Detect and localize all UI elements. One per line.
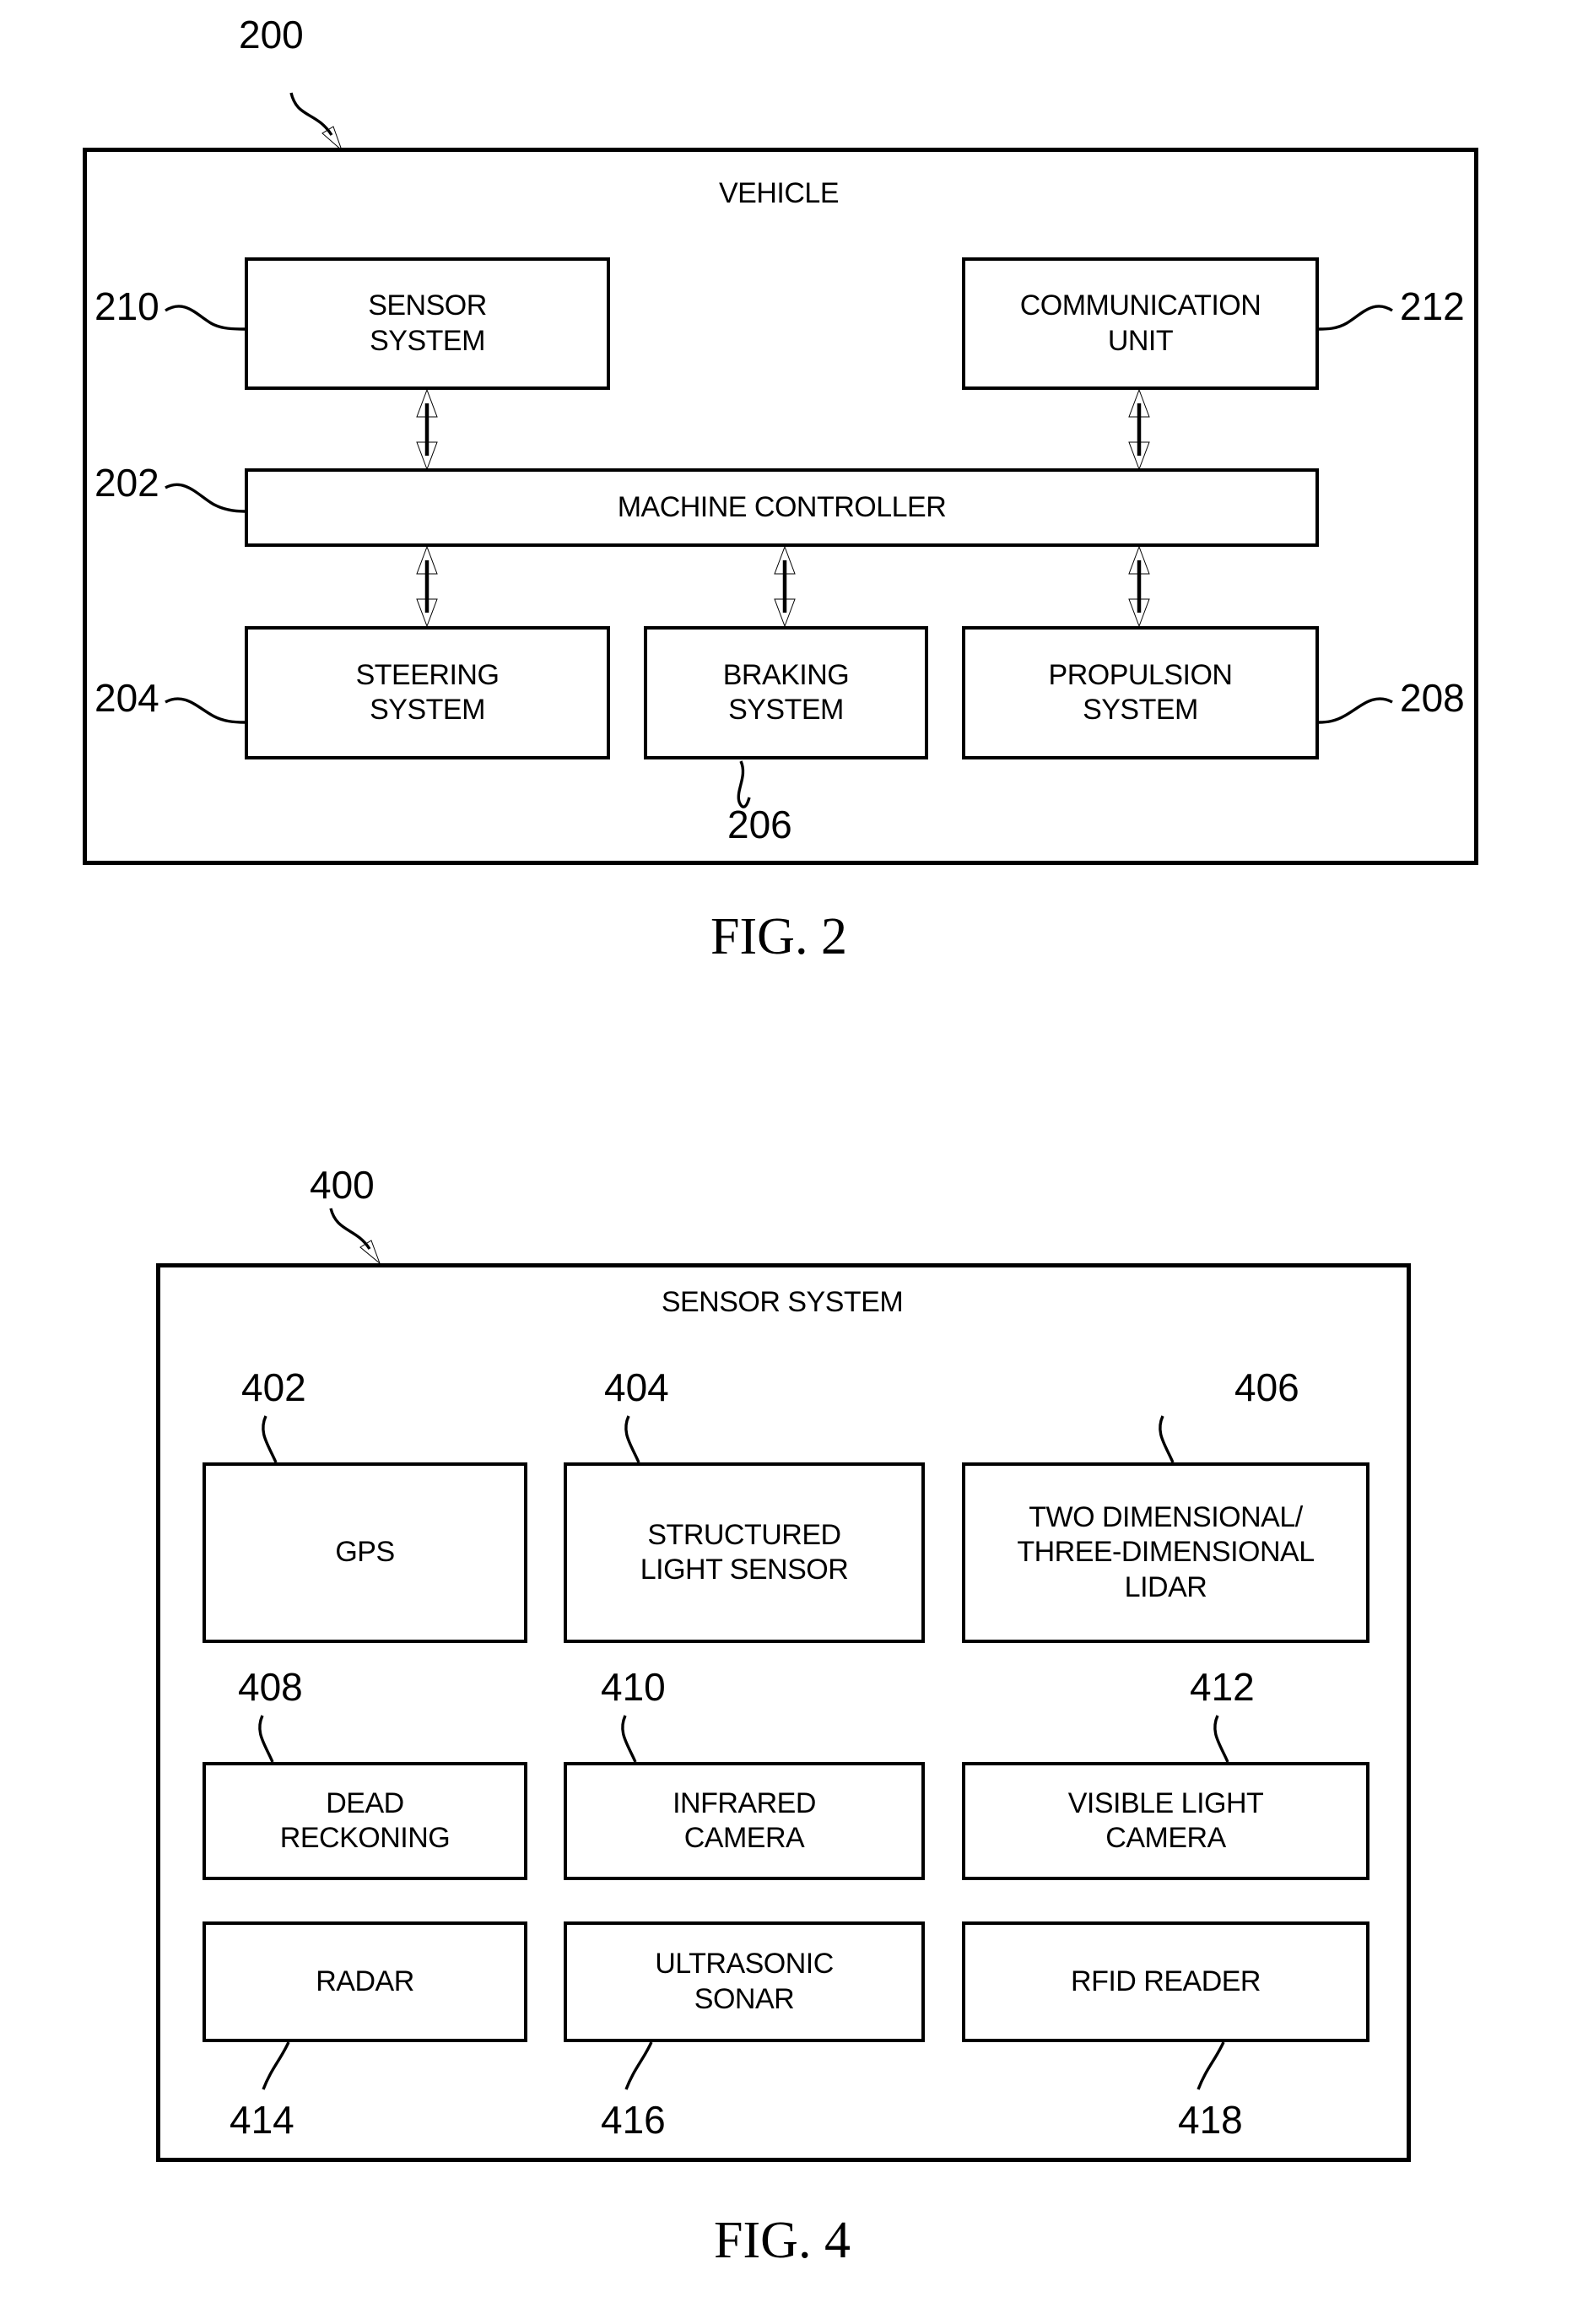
ref-numeral-404: 404 — [604, 1365, 669, 1409]
node-communication-unit[interactable]: COMMUNICATION UNIT — [962, 257, 1319, 390]
node-steering-system[interactable]: STEERING SYSTEM — [245, 626, 610, 759]
ref-numeral-204: 204 — [95, 676, 159, 720]
node-sensor-system-label: SENSOR SYSTEM — [368, 289, 487, 357]
node-machine-controller-label: MACHINE CONTROLLER — [617, 490, 947, 523]
ref-numeral-212: 212 — [1400, 284, 1465, 328]
ref-numeral-202: 202 — [95, 461, 159, 505]
node-infrared-camera-label: INFRARED CAMERA — [673, 1786, 816, 1854]
node-dead-reckoning-label: DEAD RECKONING — [279, 1786, 451, 1854]
ref-numeral-416: 416 — [601, 2098, 666, 2142]
figure-4-frame-title: SENSOR SYSTEM — [661, 1286, 904, 1318]
lead-arrow-200 — [289, 92, 343, 152]
node-propulsion-system[interactable]: PROPULSION SYSTEM — [962, 626, 1319, 759]
node-ultrasonic-sonar[interactable]: ULTRASONIC SONAR — [564, 1921, 925, 2042]
node-visible-light-camera[interactable]: VISIBLE LIGHT CAMERA — [962, 1762, 1369, 1880]
figure-4-caption: FIG. 4 — [714, 2212, 851, 2269]
ref-numeral-414: 414 — [230, 2098, 294, 2142]
node-sensor-system[interactable]: SENSOR SYSTEM — [245, 257, 610, 390]
ref-numeral-406: 406 — [1234, 1365, 1299, 1409]
node-structured-light-sensor-label: STRUCTURED LIGHT SENSOR — [640, 1518, 849, 1586]
figure-2-caption: FIG. 2 — [710, 908, 847, 965]
node-radar[interactable]: RADAR — [203, 1921, 527, 2042]
node-rfid-reader-label: RFID READER — [1071, 1965, 1261, 1997]
node-radar-label: RADAR — [316, 1965, 414, 1997]
node-gps-label: GPS — [335, 1536, 395, 1569]
ref-numeral-412: 412 — [1190, 1665, 1255, 1709]
ref-numeral-208: 208 — [1400, 676, 1465, 720]
node-braking-system-label: BRAKING SYSTEM — [722, 658, 850, 726]
node-visible-light-camera-label: VISIBLE LIGHT CAMERA — [1067, 1786, 1264, 1854]
ref-numeral-402: 402 — [241, 1365, 306, 1409]
node-machine-controller[interactable]: MACHINE CONTROLLER — [245, 468, 1319, 547]
ref-numeral-408: 408 — [238, 1665, 303, 1709]
node-rfid-reader[interactable]: RFID READER — [962, 1921, 1369, 2042]
node-ultrasonic-sonar-label: ULTRASONIC SONAR — [655, 1948, 834, 2015]
node-braking-system[interactable]: BRAKING SYSTEM — [644, 626, 928, 759]
node-infrared-camera[interactable]: INFRARED CAMERA — [564, 1762, 925, 1880]
ref-numeral-410: 410 — [601, 1665, 666, 1709]
ref-numeral-206: 206 — [727, 803, 792, 846]
ref-numeral-418: 418 — [1178, 2098, 1243, 2142]
node-structured-light-sensor[interactable]: STRUCTURED LIGHT SENSOR — [564, 1462, 925, 1643]
node-lidar-label: TWO DIMENSIONAL/ THREE-DIMENSIONAL LIDAR — [1017, 1500, 1315, 1603]
node-steering-system-label: STEERING SYSTEM — [355, 658, 500, 726]
node-lidar[interactable]: TWO DIMENSIONAL/ THREE-DIMENSIONAL LIDAR — [962, 1462, 1369, 1643]
node-dead-reckoning[interactable]: DEAD RECKONING — [203, 1762, 527, 1880]
figure-2-frame-title: VEHICLE — [719, 177, 840, 209]
ref-numeral-400: 400 — [310, 1163, 375, 1207]
node-propulsion-system-label: PROPULSION SYSTEM — [1048, 658, 1233, 726]
ref-numeral-200: 200 — [239, 13, 304, 57]
ref-numeral-210: 210 — [95, 284, 159, 328]
node-communication-unit-label: COMMUNICATION UNIT — [1019, 289, 1261, 357]
lead-arrow-400 — [329, 1208, 381, 1265]
node-gps[interactable]: GPS — [203, 1462, 527, 1643]
patent-figure-sheet: VEHICLE 200 SENSOR SYSTEM 210 COMMUNICAT… — [0, 0, 1572, 2324]
